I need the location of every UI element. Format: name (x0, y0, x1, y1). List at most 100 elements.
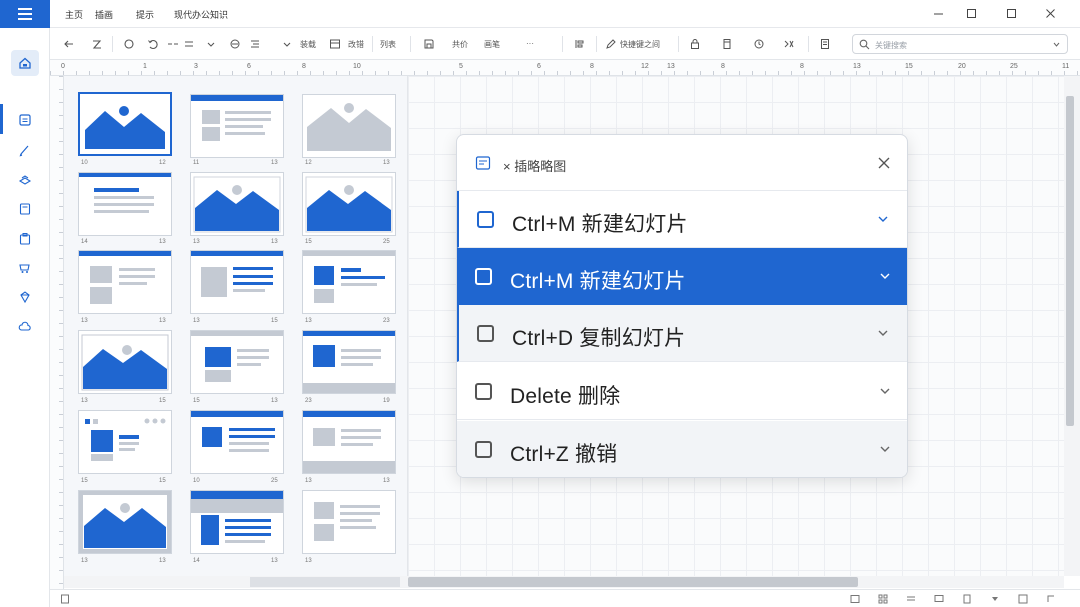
slideshow-icon[interactable] (934, 594, 944, 604)
shortcut-item-duplicate-slide[interactable]: Ctrl+D 复制幻灯片 (457, 305, 907, 362)
rail-layers-button[interactable] (17, 172, 33, 188)
notes-button[interactable] (818, 37, 832, 51)
search-box[interactable]: 关键搜索 (852, 34, 1068, 54)
view-normal-icon[interactable] (850, 594, 860, 604)
chevron-down-icon[interactable] (1052, 40, 1061, 49)
shortcut-item-new-slide[interactable]: Ctrl+M 新建幻灯片 (457, 191, 907, 248)
bookmark-button[interactable] (720, 37, 734, 51)
slide-thumbnail[interactable] (78, 330, 172, 394)
slide-thumbnail[interactable] (302, 490, 396, 554)
view-reading-icon[interactable] (906, 594, 916, 604)
format-button[interactable] (248, 37, 262, 51)
rail-document-button[interactable] (17, 201, 33, 217)
slide-thumbnail[interactable] (78, 172, 172, 236)
view-grid-icon[interactable] (878, 594, 888, 604)
close-window-button[interactable] (1042, 5, 1058, 21)
slide-number: 13 (159, 239, 166, 245)
toolbar-label-brush[interactable]: 画笔 (484, 39, 500, 50)
rail-pen-button[interactable] (17, 142, 33, 158)
edit-button[interactable] (604, 37, 618, 51)
rail-home-button[interactable] (11, 50, 39, 76)
vertical-scrollbar-thumb[interactable] (1066, 96, 1074, 426)
slide-thumbnail[interactable] (190, 490, 284, 554)
image-placeholder-icon (83, 495, 167, 549)
status-bar (50, 589, 1080, 607)
slide-thumbnail[interactable] (78, 410, 172, 474)
slide-number: 15 (159, 398, 166, 404)
left-rail (0, 28, 50, 607)
toolbar-label-shortcuts[interactable]: 快捷键之间 (620, 39, 660, 50)
checkbox[interactable] (475, 268, 492, 285)
save-button[interactable] (422, 37, 436, 51)
slide-thumbnail[interactable] (78, 490, 172, 554)
toolbar-label-share[interactable]: 共价 (452, 39, 468, 50)
toolbar-label-load[interactable]: 装载 (300, 39, 316, 50)
slide-thumbnail[interactable] (190, 94, 284, 158)
dropdown-button[interactable] (204, 37, 218, 51)
chevron-down-icon[interactable] (879, 444, 891, 454)
slide-thumbnail[interactable] (302, 250, 396, 314)
cut-button[interactable] (90, 37, 104, 51)
shortcut-item-undo[interactable]: Ctrl+Z 撤销 (457, 421, 907, 477)
fullscreen-icon[interactable] (1046, 594, 1056, 604)
ruler-number: 8 (721, 63, 725, 70)
lock-button[interactable] (688, 37, 702, 51)
chevron-down-icon[interactable] (879, 271, 891, 281)
menu-tab-office-knowledge[interactable]: 现代办公知识 (174, 8, 228, 21)
shortcut-item-delete[interactable]: Delete 删除 (457, 363, 907, 420)
maximize-button[interactable] (1003, 5, 1019, 21)
checkbox[interactable] (477, 325, 494, 342)
checkbox[interactable] (475, 441, 492, 458)
fit-page-icon[interactable] (1018, 594, 1028, 604)
checkbox[interactable] (477, 211, 494, 228)
toolbar-label-list[interactable]: 列表 (380, 39, 396, 50)
transform-button[interactable] (782, 37, 796, 51)
rail-slides-button[interactable] (17, 112, 33, 128)
clock-icon (754, 39, 764, 49)
slide-number: 11 (193, 160, 200, 166)
slide-thumbnail[interactable] (302, 172, 396, 236)
slide-thumbnail[interactable] (302, 410, 396, 474)
zoom-out-icon[interactable] (990, 594, 1000, 604)
shortcut-item-new-slide-selected[interactable]: Ctrl+M 新建幻灯片 (457, 248, 907, 305)
text-layout-icon (85, 418, 166, 461)
menu-tab-tips[interactable]: 提示 (136, 8, 154, 21)
connector-button[interactable] (166, 37, 180, 51)
slide-thumbnail[interactable] (78, 92, 172, 156)
rail-cloud-button[interactable] (17, 319, 33, 335)
table-button[interactable] (328, 37, 342, 51)
distribute-button[interactable] (572, 37, 586, 51)
back-button[interactable] (62, 37, 76, 51)
chevron-down-icon[interactable] (879, 386, 891, 396)
horizontal-scrollbar-thumb[interactable] (408, 577, 858, 587)
align-button[interactable] (182, 37, 196, 51)
slide-thumbnail[interactable] (302, 94, 396, 158)
menu-tab-illustration[interactable]: 插画 (95, 8, 113, 21)
slide-thumbnail[interactable] (78, 250, 172, 314)
hamburger-menu-button[interactable] (0, 0, 50, 28)
slide-thumbnail[interactable] (190, 172, 284, 236)
slide-thumbnail[interactable] (190, 330, 284, 394)
dropdown-button-2[interactable] (280, 37, 294, 51)
slide-thumbnail[interactable] (190, 410, 284, 474)
minimize-button[interactable] (930, 5, 946, 21)
undo-button[interactable] (146, 37, 160, 51)
toolbar-label-fix[interactable]: 改错 (348, 39, 364, 50)
slide-thumbnail[interactable] (190, 250, 284, 314)
toolbar-more[interactable]: ··· (526, 39, 534, 48)
slide-thumbnail[interactable] (302, 330, 396, 394)
shape-button[interactable] (122, 37, 136, 51)
checkbox[interactable] (475, 383, 492, 400)
rail-diamond-button[interactable] (17, 289, 33, 305)
style-button[interactable] (228, 37, 242, 51)
restore-button[interactable] (963, 5, 979, 21)
rail-cart-button[interactable] (17, 260, 33, 276)
close-icon[interactable] (877, 156, 891, 170)
notes-icon[interactable] (962, 594, 972, 604)
rail-clipboard-button[interactable] (17, 231, 33, 247)
timer-button[interactable] (752, 37, 766, 51)
page-icon[interactable] (60, 594, 70, 604)
chevron-down-icon[interactable] (877, 214, 889, 224)
menu-tab-home[interactable]: 主页 (65, 8, 83, 21)
chevron-down-icon[interactable] (877, 328, 889, 338)
